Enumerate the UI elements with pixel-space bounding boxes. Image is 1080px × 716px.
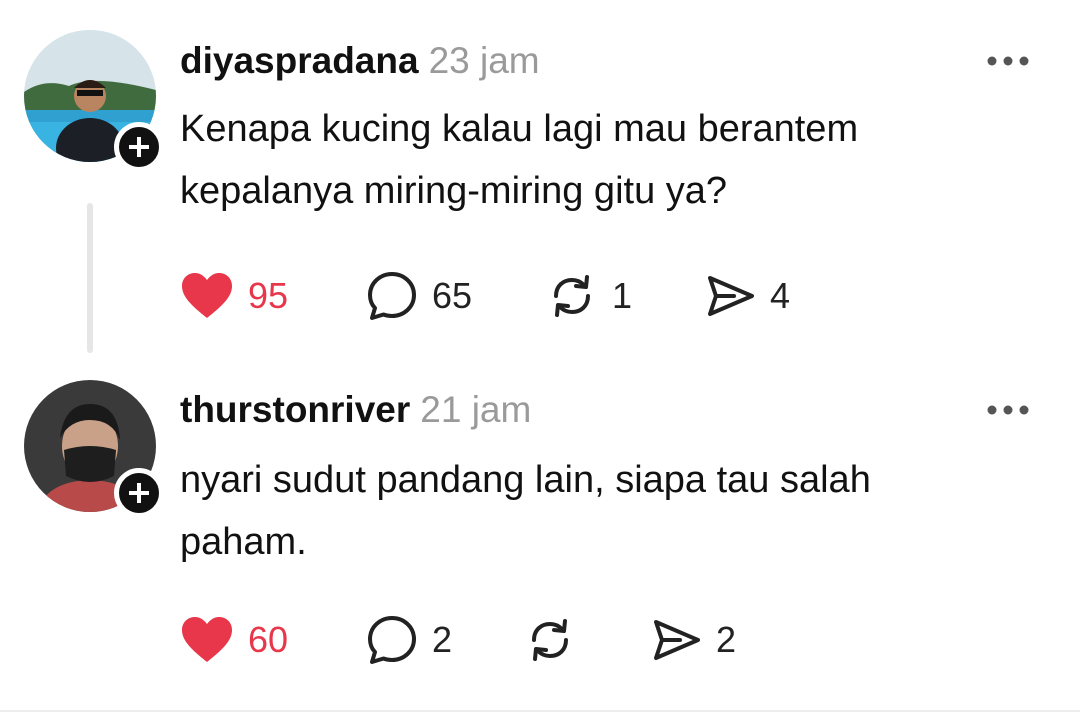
repost-icon bbox=[554, 275, 590, 317]
heart-icon bbox=[182, 617, 232, 662]
comment-count: 65 bbox=[432, 275, 473, 316]
like-count: 95 bbox=[248, 275, 289, 316]
username[interactable]: thurstonriver bbox=[180, 389, 410, 430]
follow-button[interactable] bbox=[114, 122, 164, 172]
share-count: 2 bbox=[716, 619, 737, 660]
post-header: diyaspradana 23 jam bbox=[180, 42, 540, 79]
comment-icon bbox=[368, 272, 416, 320]
like-button[interactable]: 95 bbox=[180, 266, 288, 326]
more-icon bbox=[987, 405, 1029, 415]
comment-button[interactable]: 2 bbox=[366, 610, 452, 670]
plus-icon bbox=[129, 483, 149, 503]
repost-button[interactable] bbox=[524, 610, 590, 670]
more-icon bbox=[987, 56, 1029, 66]
post-text: Kenapa kucing kalau lagi mau berantem ke… bbox=[180, 108, 859, 212]
timestamp: 21 jam bbox=[420, 389, 532, 430]
share-icon bbox=[708, 276, 754, 316]
post-text: nyari sudut pandang lain, siapa tau sala… bbox=[180, 459, 871, 563]
comment-button[interactable]: 65 bbox=[366, 266, 472, 326]
post-header: thurstonriver 21 jam bbox=[180, 391, 531, 428]
plus-icon bbox=[129, 137, 149, 157]
timestamp: 23 jam bbox=[428, 40, 540, 81]
repost-icon bbox=[532, 619, 568, 661]
divider bbox=[0, 710, 1080, 712]
like-button[interactable]: 60 bbox=[180, 610, 288, 670]
share-button[interactable]: 4 bbox=[704, 266, 790, 326]
post-1: diyaspradana 23 jam Kenapa kucing kalau l… bbox=[0, 0, 1080, 360]
share-button[interactable]: 2 bbox=[650, 610, 736, 670]
like-count: 60 bbox=[248, 619, 289, 660]
more-button[interactable] bbox=[986, 54, 1030, 66]
repost-count: 1 bbox=[612, 275, 633, 316]
follow-button[interactable] bbox=[114, 468, 164, 518]
more-button[interactable] bbox=[986, 403, 1030, 415]
username[interactable]: diyaspradana bbox=[180, 40, 419, 81]
heart-icon bbox=[182, 273, 232, 318]
comment-count: 2 bbox=[432, 619, 453, 660]
comment-icon bbox=[368, 616, 416, 664]
post-2: thurstonriver 21 jam nyari sudut pandang … bbox=[0, 360, 1080, 710]
repost-button[interactable]: 1 bbox=[546, 266, 632, 326]
share-icon bbox=[654, 620, 700, 660]
share-count: 4 bbox=[770, 275, 791, 316]
